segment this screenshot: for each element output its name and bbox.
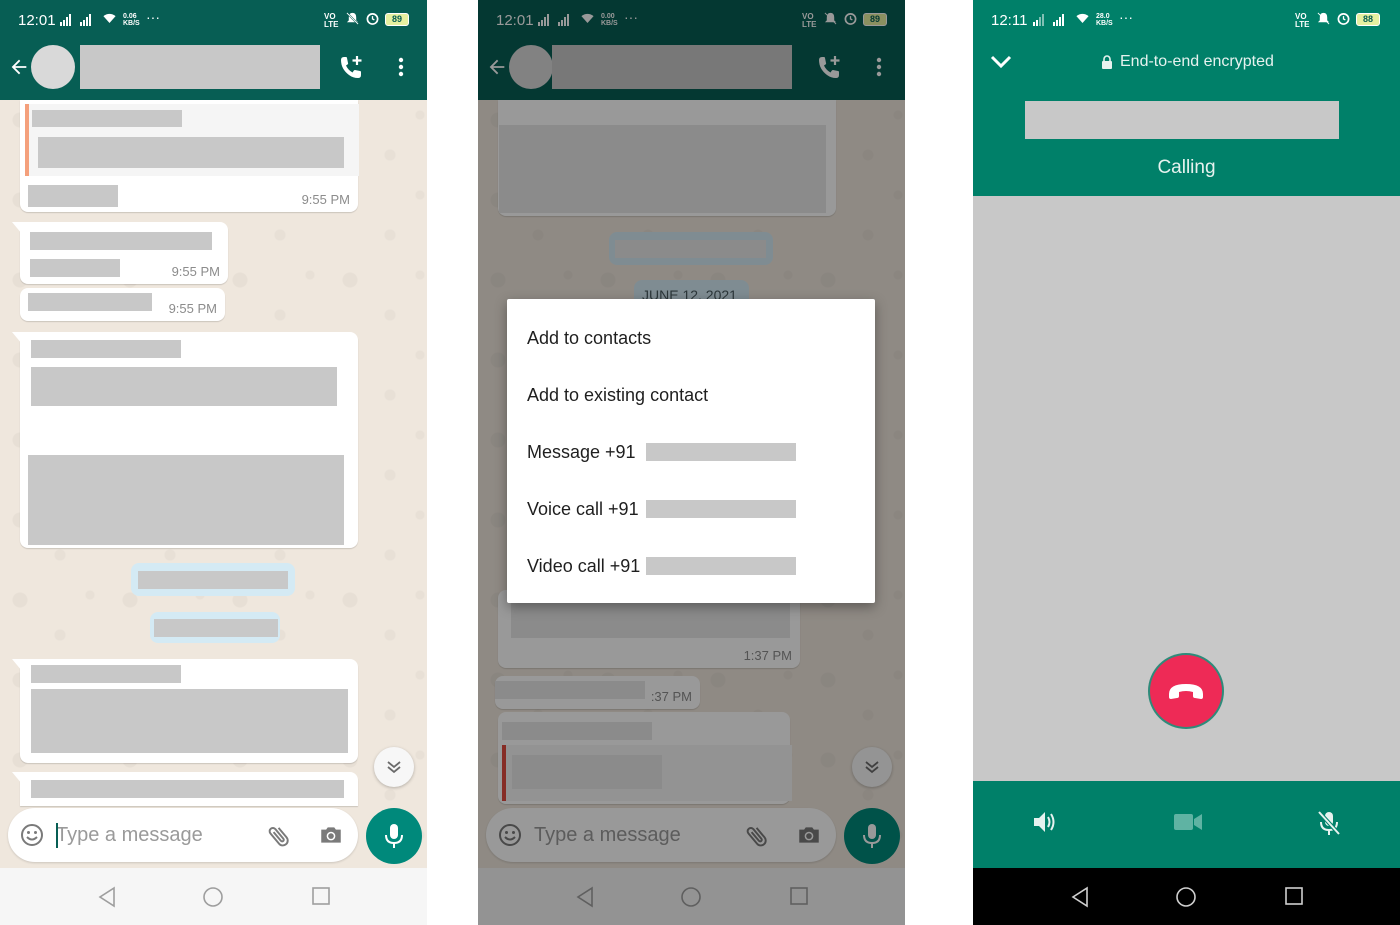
chat-screen: 12:01 0.06 KB/S ··· VO LTE 89 9:55 PM 9:55…: [0, 0, 427, 925]
mute-icon: [346, 12, 359, 25]
bubble-tail: [12, 772, 22, 784]
redacted-text: [30, 259, 120, 277]
emoji-icon[interactable]: [20, 823, 44, 847]
redacted-text: [31, 689, 348, 753]
scroll-to-bottom-button[interactable]: [374, 747, 414, 787]
double-chevron-down-icon: [387, 761, 401, 774]
lock-icon: [1102, 55, 1112, 69]
nav-home-icon[interactable]: [202, 886, 224, 908]
add-call-icon[interactable]: [338, 54, 364, 80]
call-header: 12:11 28.0 KB/S ··· VO LTE 88 End-to-end e…: [973, 0, 1400, 196]
message-bubble[interactable]: 9:55 PM: [12, 222, 228, 284]
status-bar: 12:01 0.06 KB/S ··· VO LTE 89: [0, 0, 427, 34]
phone-number-redacted: [646, 443, 796, 461]
redacted-media[interactable]: [28, 455, 344, 545]
network-speed: 28.0 KB/S: [1096, 13, 1113, 27]
phone-number-redacted: [646, 500, 796, 518]
redacted-text: [138, 571, 288, 589]
more-options-icon[interactable]: [394, 56, 408, 78]
message-composer[interactable]: Type a message: [8, 808, 358, 862]
end-call-button[interactable]: [1150, 655, 1222, 727]
bubble-tail: [12, 332, 22, 344]
alarm-icon: [1337, 13, 1350, 25]
message-bubble[interactable]: 9:55 PM: [20, 288, 225, 321]
call-controls-bar: [973, 781, 1400, 868]
menu-item-voice-call[interactable]: Voice call +91: [527, 499, 639, 520]
signal-icon: [1033, 14, 1044, 26]
redacted-text: [31, 780, 344, 798]
status-bar: 12:11 28.0 KB/S ··· VO LTE 88: [973, 0, 1400, 34]
redacted-text: [31, 367, 337, 406]
message-bubble[interactable]: 9:55 PM: [20, 100, 359, 212]
encryption-notice: End-to-end encrypted: [1120, 53, 1274, 70]
redacted-text: [31, 665, 181, 683]
redacted-text: [30, 232, 212, 250]
nav-recents-icon[interactable]: [1284, 886, 1304, 906]
wifi-icon: [103, 13, 116, 23]
chat-header: 12:01 0.06 KB/S ··· VO LTE 89: [0, 0, 427, 100]
call-screen: 12:11 28.0 KB/S ··· VO LTE 88 End-to-end e…: [973, 0, 1400, 925]
back-arrow-icon[interactable]: [8, 56, 30, 78]
menu-item-add-to-contacts[interactable]: Add to contacts: [527, 328, 651, 349]
camera-icon[interactable]: [318, 822, 344, 848]
speaker-icon[interactable]: [1031, 809, 1057, 835]
system-nav-bar: [0, 868, 427, 925]
contact-name-redacted[interactable]: [80, 45, 320, 89]
phone-number-redacted: [646, 557, 796, 575]
menu-item-message[interactable]: Message +91: [527, 442, 636, 463]
more-indicators-icon: ···: [146, 9, 160, 25]
mute-icon: [1317, 12, 1330, 25]
signal-icon: [80, 14, 91, 26]
callee-name-redacted: [1025, 101, 1339, 139]
signal-icon: [60, 14, 71, 26]
signal-icon: [1053, 14, 1064, 26]
message-time: 9:55 PM: [171, 264, 220, 279]
message-time: 9:55 PM: [168, 301, 217, 316]
alarm-icon: [366, 13, 379, 25]
volte-indicator: VO LTE: [1295, 12, 1310, 29]
bubble-tail: [12, 659, 22, 671]
redacted-text: [31, 340, 181, 358]
microphone-icon: [385, 824, 403, 848]
redacted-text: [28, 185, 118, 207]
menu-item-add-to-existing-contact[interactable]: Add to existing contact: [527, 385, 708, 406]
message-input[interactable]: Type a message: [56, 824, 203, 847]
status-time: 12:11: [991, 12, 1028, 29]
volte-indicator: VO LTE: [324, 12, 339, 29]
bubble-tail: [12, 222, 22, 234]
nav-back-icon[interactable]: [97, 886, 117, 908]
date-chip: [131, 563, 295, 596]
menu-item-video-call[interactable]: Video call +91: [527, 556, 640, 577]
wifi-icon: [1076, 13, 1089, 23]
video-icon[interactable]: [1173, 809, 1203, 835]
message-bubble[interactable]: [12, 659, 358, 763]
text-caret: [56, 823, 58, 848]
more-indicators-icon: ···: [1119, 9, 1133, 25]
message-time: 9:55 PM: [301, 192, 350, 207]
message-bubble[interactable]: [12, 332, 358, 548]
nav-back-icon[interactable]: [1070, 886, 1090, 908]
redacted-text: [32, 110, 182, 127]
contact-options-menu: Add to contacts Add to existing contact …: [507, 299, 875, 603]
call-status: Calling: [1157, 157, 1216, 178]
battery-icon: 88: [1356, 13, 1380, 26]
attach-icon[interactable]: [266, 823, 292, 849]
voice-record-button[interactable]: [366, 808, 422, 864]
nav-recents-icon[interactable]: [311, 886, 331, 906]
battery-icon: 89: [385, 13, 409, 26]
network-speed: 0.06 KB/S: [123, 13, 140, 27]
system-nav-bar: [973, 868, 1400, 925]
redacted-text: [28, 293, 152, 311]
mute-microphone-icon[interactable]: [1316, 809, 1342, 837]
date-chip: [150, 612, 280, 643]
redacted-text: [154, 619, 278, 637]
minimize-chevron-icon[interactable]: [990, 54, 1012, 70]
status-time: 12:01: [18, 12, 56, 29]
redacted-text: [38, 137, 344, 168]
contact-avatar[interactable]: [31, 45, 75, 89]
nav-home-icon[interactable]: [1175, 886, 1197, 908]
message-bubble[interactable]: [12, 772, 358, 806]
end-call-icon: [1169, 684, 1203, 699]
